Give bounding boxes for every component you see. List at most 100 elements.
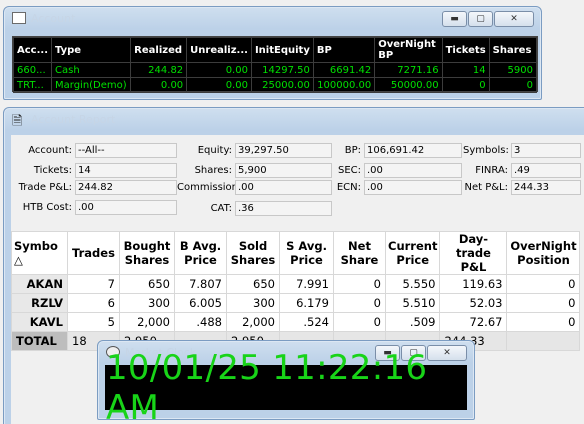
symbols-label: Symbols: (463, 145, 509, 156)
minimize-button[interactable]: ▬ (442, 11, 467, 27)
column-header[interactable]: BP (312, 37, 376, 63)
column-header[interactable]: Realized (130, 37, 188, 63)
column-header[interactable]: Acc... (13, 37, 52, 63)
netpl-label: Net P&L: (464, 182, 508, 193)
shares-label: Shares: (194, 165, 232, 176)
report-column-header[interactable]: Current Price (384, 231, 441, 275)
report-column-header[interactable]: Sold Shares (226, 231, 280, 275)
position-cell: 5.510 (384, 293, 441, 313)
htb-value: .00 (75, 200, 177, 215)
account-cell: Cash (50, 62, 132, 78)
bp-label: BP: (344, 145, 361, 156)
position-cell: 72.67 (439, 312, 508, 332)
equity-value: 39,297.50 (235, 143, 332, 158)
position-cell: 0 (333, 274, 386, 294)
position-cell: .509 (384, 312, 441, 332)
header-text: Shares (124, 253, 170, 267)
account-cell: 5900 (488, 62, 538, 78)
column-header[interactable]: Type (50, 37, 132, 63)
bp-value: 106,691.42 (364, 143, 462, 158)
commission-label: Commission: (177, 182, 242, 193)
position-row[interactable]: KAVL 5 2,000.488 2,000.524 0.509 72.67 0 (11, 312, 581, 332)
report-titlebar[interactable]: 🗎 Account Report (4, 108, 584, 130)
tickets-field: Tickets: 14 (11, 163, 177, 178)
close-button[interactable]: ✕ (494, 11, 534, 27)
header-text: Position (517, 253, 570, 267)
sec-label: SEC: (337, 165, 361, 176)
total-label: TOTAL (11, 331, 68, 351)
column-header[interactable]: OverNight BP (374, 37, 443, 63)
position-cell: 5 (67, 312, 120, 332)
account-window-icon (12, 12, 26, 24)
header-text: Symbo (14, 239, 58, 253)
header-text: Current (388, 239, 438, 253)
position-row[interactable]: AKAN 7 650 7.807 650 7.991 0 5.550 119.63 0 (11, 274, 581, 294)
commission-value: .00 (235, 180, 332, 195)
position-row[interactable]: RZLV 6 300 6.005 300 6.179 0 5.510 52.03 0 (11, 293, 581, 313)
cat-field: CAT: .36 (177, 201, 332, 216)
htb-label: HTB Cost: (22, 202, 72, 213)
account-value[interactable]: --All-- (75, 143, 177, 158)
account-titlebar[interactable]: Account ▬ ▢ ✕ (4, 7, 541, 29)
account-grid: Acc... Type Realized Unrealiz... InitEquity B… (12, 36, 538, 93)
account-row[interactable]: TRT... Margin(Demo) 0.00 0.00 25000.00 100000… (13, 77, 538, 93)
position-cell: 119.63 (439, 274, 508, 294)
account-cell: 14 (441, 62, 490, 78)
report-column-header[interactable]: B Avg. Price (174, 231, 227, 275)
report-column-header[interactable]: Symbo △ (11, 231, 68, 275)
account-cell: 0.00 (130, 77, 188, 93)
position-cell: 6.179 (279, 293, 334, 313)
account-cell: 0 (441, 77, 490, 93)
column-header[interactable]: Unrealiz... (186, 37, 252, 63)
column-header[interactable]: Shares (488, 37, 538, 63)
account-cell: 0 (488, 77, 538, 93)
total-cell (506, 331, 581, 351)
account-cell: 660... (13, 62, 52, 78)
clock-display: 10/01/25 11:22:16 AM (105, 348, 467, 424)
minimize-icon: ▬ (450, 14, 459, 24)
report-column-header[interactable]: Day-trade P&L (439, 231, 508, 275)
position-cell: 5.550 (384, 274, 441, 294)
tradepl-label: Trade P&L: (18, 182, 72, 193)
header-text: Shares (230, 253, 276, 267)
report-column-header[interactable]: Trades (67, 231, 120, 275)
symbol-cell: AKAN (11, 274, 68, 294)
maximize-icon: ▢ (476, 14, 485, 24)
report-column-header[interactable]: OverNight Position (506, 231, 581, 275)
account-cell: 14297.50 (250, 62, 314, 78)
account-row[interactable]: 660... Cash 244.82 0.00 14297.50 6691.42 7271.… (13, 62, 538, 78)
position-cell: 0 (506, 312, 581, 332)
header-text: Sold (238, 239, 268, 253)
position-cell: 650 (226, 274, 280, 294)
account-table: Acc... Type Realized Unrealiz... InitEquity B… (13, 37, 538, 93)
cat-label: CAT: (210, 203, 232, 214)
header-text: Price (396, 253, 430, 267)
maximize-button[interactable]: ▢ (468, 11, 493, 27)
account-label: Account: (28, 145, 72, 156)
position-cell: 300 (226, 293, 280, 313)
sort-asc-icon: △ (14, 253, 23, 267)
column-header[interactable]: InitEquity (250, 37, 314, 63)
report-column-header[interactable]: Bought Shares (119, 231, 175, 275)
report-column-header[interactable]: Net Share (333, 231, 386, 275)
sec-field: SEC: .00 (332, 163, 462, 178)
shares-field: Shares: 5,900 (177, 163, 332, 178)
report-title: Account Report (31, 112, 116, 126)
account-cell: 0.00 (186, 62, 252, 78)
position-cell: 0 (333, 312, 386, 332)
position-cell: 6 (67, 293, 120, 313)
report-column-header[interactable]: S Avg. Price (279, 231, 334, 275)
account-field: Account: --All-- (11, 143, 177, 158)
header-text: B Avg. (179, 239, 222, 253)
symbols-field: Symbols: 3 (463, 143, 581, 158)
column-header[interactable]: Tickets (441, 37, 490, 63)
account-cell: 100000.00 (312, 77, 376, 93)
position-cell: 7.991 (279, 274, 334, 294)
position-cell: 2,000 (119, 312, 175, 332)
position-cell: 52.03 (439, 293, 508, 313)
position-cell: 0 (506, 274, 581, 294)
market-clock-window: Market Clock ▬ ▢ ✕ 10/01/25 11:22:16 AM (97, 340, 475, 424)
header-text: Bought (123, 239, 171, 253)
position-cell: 2,000 (226, 312, 280, 332)
position-cell: 0 (333, 293, 386, 313)
